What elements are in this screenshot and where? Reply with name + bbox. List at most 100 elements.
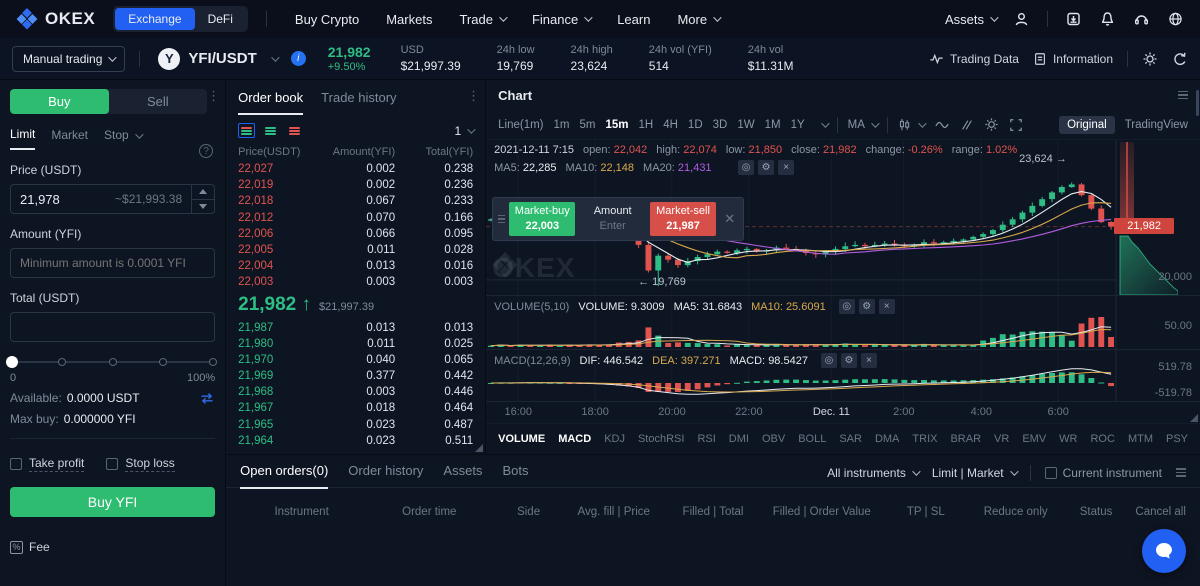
orders-tab[interactable]: Open orders(0)	[240, 463, 328, 489]
instrument-filter-dropdown[interactable]: All instruments	[827, 466, 918, 480]
ask-row[interactable]: 22,0270.0020.238	[226, 161, 485, 177]
chevron-down-icon[interactable]	[821, 119, 829, 127]
undo-icon[interactable]	[1172, 51, 1188, 67]
nav-item[interactable]: Markets	[386, 12, 432, 27]
amount-input[interactable]	[11, 256, 214, 270]
bell-icon[interactable]	[1099, 11, 1116, 27]
amount-slider[interactable]	[12, 356, 213, 368]
user-icon[interactable]	[1013, 11, 1030, 27]
scrollbar-thumb[interactable]	[1196, 90, 1199, 116]
stop-loss-checkbox[interactable]: Stop loss	[106, 456, 174, 472]
panel-drag-handle[interactable]: ⋮	[207, 88, 220, 104]
orders-tab[interactable]: Order history	[348, 463, 423, 489]
bid-row[interactable]: 21,9680.0030.446	[226, 384, 485, 400]
bid-row[interactable]: 21,9650.0230.487	[226, 417, 485, 433]
bid-row[interactable]: 21,9700.0400.065	[226, 352, 485, 368]
resize-grip[interactable]	[475, 444, 483, 452]
globe-icon[interactable]	[1167, 11, 1184, 27]
indicator-tab[interactable]: DMI	[729, 433, 749, 445]
timeframe-button[interactable]: 15m	[605, 119, 628, 131]
step-up-button[interactable]	[192, 185, 214, 200]
indicator-tab[interactable]: BRAR	[950, 433, 981, 445]
timeframe-button[interactable]: 1M	[765, 119, 781, 131]
current-instrument-checkbox[interactable]: Current instrument	[1045, 466, 1162, 480]
timeframe-button[interactable]: 1H	[639, 119, 654, 131]
indicator-tab[interactable]: EMV	[1022, 433, 1046, 445]
indicator-tab[interactable]: VOLUME	[498, 433, 545, 445]
bid-row[interactable]: 21,9800.0110.025	[226, 336, 485, 352]
bid-row[interactable]: 21,9690.3770.442	[226, 368, 485, 384]
indicator-tab[interactable]: TRIX	[912, 433, 937, 445]
resize-grip[interactable]	[1190, 414, 1198, 422]
sell-tab[interactable]: Sell	[109, 89, 208, 114]
tab-exchange[interactable]: Exchange	[115, 8, 194, 30]
nav-item[interactable]: More	[677, 12, 719, 27]
close-icon[interactable]: ✕	[720, 211, 739, 227]
market-buy-button[interactable]: Market-buy22,003	[509, 202, 575, 236]
book-view-asks-icon[interactable]	[286, 123, 303, 138]
pair-selector[interactable]: Y YFI/USDT i	[158, 48, 305, 70]
indicator-tab[interactable]: ROC	[1090, 433, 1114, 445]
take-profit-checkbox[interactable]: Take profit	[10, 456, 84, 472]
chart-view-option[interactable]: TradingView	[1125, 119, 1188, 131]
transfer-icon[interactable]	[199, 392, 215, 405]
orders-tab[interactable]: Bots	[502, 463, 528, 489]
indicator-tab[interactable]: MTM	[1128, 433, 1153, 445]
eye-icon[interactable]: ◎	[839, 299, 855, 314]
macd-pane[interactable]: MACD(12,26,9) DIF: 446.542 DEA: 397.271 …	[486, 349, 1200, 401]
indicator-tab[interactable]: BOLL	[798, 433, 826, 445]
order-type-tab[interactable]: Limit	[10, 127, 35, 150]
precision-dropdown[interactable]: 1	[454, 124, 473, 138]
panel-drag-handle[interactable]	[1178, 89, 1188, 102]
timeframe-button[interactable]: 1m	[554, 119, 570, 131]
order-book-tab[interactable]: Trade history	[321, 90, 396, 115]
total-input[interactable]	[11, 320, 214, 335]
ask-row[interactable]: 22,0050.0110.028	[226, 242, 485, 258]
ask-row[interactable]: 22,0060.0660.095	[226, 226, 485, 242]
market-sell-button[interactable]: Market-sell21,987	[650, 202, 716, 236]
step-down-button[interactable]	[192, 200, 214, 214]
quick-amount-input[interactable]: AmountEnter	[579, 204, 645, 235]
ask-row[interactable]: 22,0120.0700.166	[226, 210, 485, 226]
line-chart-icon[interactable]	[934, 118, 950, 132]
bid-row[interactable]: 21,9870.0130.013	[226, 320, 485, 336]
indicator-tab[interactable]: OBV	[762, 433, 785, 445]
fee-link[interactable]: % Fee	[10, 540, 215, 554]
timeframe-button[interactable]: 3D	[713, 119, 728, 131]
help-icon[interactable]: ?	[199, 144, 213, 158]
indicator-tab[interactable]: StochRSI	[638, 433, 684, 445]
eye-icon[interactable]: ◎	[821, 353, 837, 368]
buy-tab[interactable]: Buy	[10, 89, 109, 114]
timeframe-button[interactable]: 1D	[688, 119, 703, 131]
info-icon[interactable]: i	[291, 51, 306, 66]
close-icon[interactable]: ×	[861, 353, 877, 368]
timeframe-button[interactable]: 4H	[663, 119, 678, 131]
eye-icon[interactable]: ◎	[738, 160, 754, 175]
ask-row[interactable]: 22,0040.0130.016	[226, 258, 485, 274]
gear-icon[interactable]: ⚙	[758, 160, 774, 175]
trading-data-link[interactable]: Trading Data	[929, 52, 1019, 66]
order-book-tab[interactable]: Order book	[238, 90, 303, 115]
bid-row[interactable]: 21,9640.0230.511	[226, 433, 485, 449]
candle-style-dropdown[interactable]	[898, 117, 924, 132]
book-view-bids-icon[interactable]	[262, 123, 279, 138]
indicator-tab[interactable]: DMA	[875, 433, 899, 445]
indicator-tab[interactable]: MACD	[558, 433, 591, 445]
trading-mode-button[interactable]: Manual trading	[12, 46, 125, 72]
slider-knob[interactable]	[6, 356, 18, 368]
indicator-tab[interactable]: KDJ	[604, 433, 625, 445]
panel-drag-handle[interactable]	[1176, 466, 1186, 479]
ask-row[interactable]: 22,0180.0670.233	[226, 193, 485, 209]
timeframe-button[interactable]: 1W	[737, 119, 754, 131]
ma-dropdown[interactable]: MA	[848, 119, 877, 131]
nav-item[interactable]: Learn	[617, 12, 650, 27]
indicator-tab[interactable]: WR	[1059, 433, 1077, 445]
orders-tab[interactable]: Assets	[443, 463, 482, 489]
nav-item[interactable]: Buy Crypto	[295, 12, 359, 27]
book-view-all-icon[interactable]	[238, 123, 255, 138]
buy-submit-button[interactable]: Buy YFI	[10, 487, 215, 517]
assets-menu[interactable]: Assets	[945, 12, 996, 27]
price-input[interactable]	[11, 192, 191, 207]
draw-tools-icon[interactable]	[960, 118, 974, 132]
timeframe-button[interactable]: 1Y	[791, 119, 805, 131]
